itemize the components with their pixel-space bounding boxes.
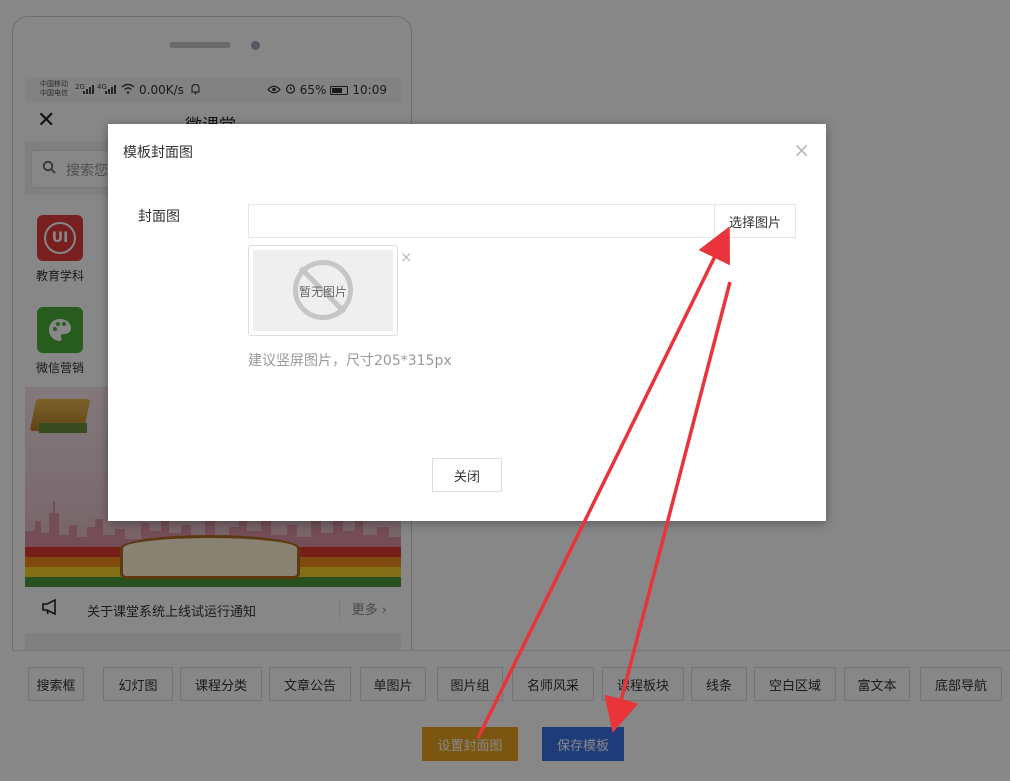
cover-thumbnail: 暂无图片 <box>248 245 398 336</box>
choose-image-button[interactable]: 选择图片 <box>714 204 796 238</box>
size-hint: 建议竖屏图片，尺寸205*315px <box>248 353 452 369</box>
close-dialog-button[interactable]: 关闭 <box>432 458 502 492</box>
dialog-title: 模板封面图 <box>123 145 193 161</box>
no-image-placeholder: 暂无图片 <box>253 250 393 331</box>
cover-image-input[interactable] <box>248 204 716 238</box>
cover-image-dialog: 模板封面图 × 封面图 选择图片 暂无图片 × 建议竖屏图片，尺寸205*315… <box>108 124 826 521</box>
cover-field-label: 封面图 <box>138 209 180 225</box>
no-image-text: 暂无图片 <box>298 285 347 299</box>
remove-image-icon[interactable]: × <box>400 248 413 266</box>
close-icon[interactable]: × <box>793 138 810 162</box>
